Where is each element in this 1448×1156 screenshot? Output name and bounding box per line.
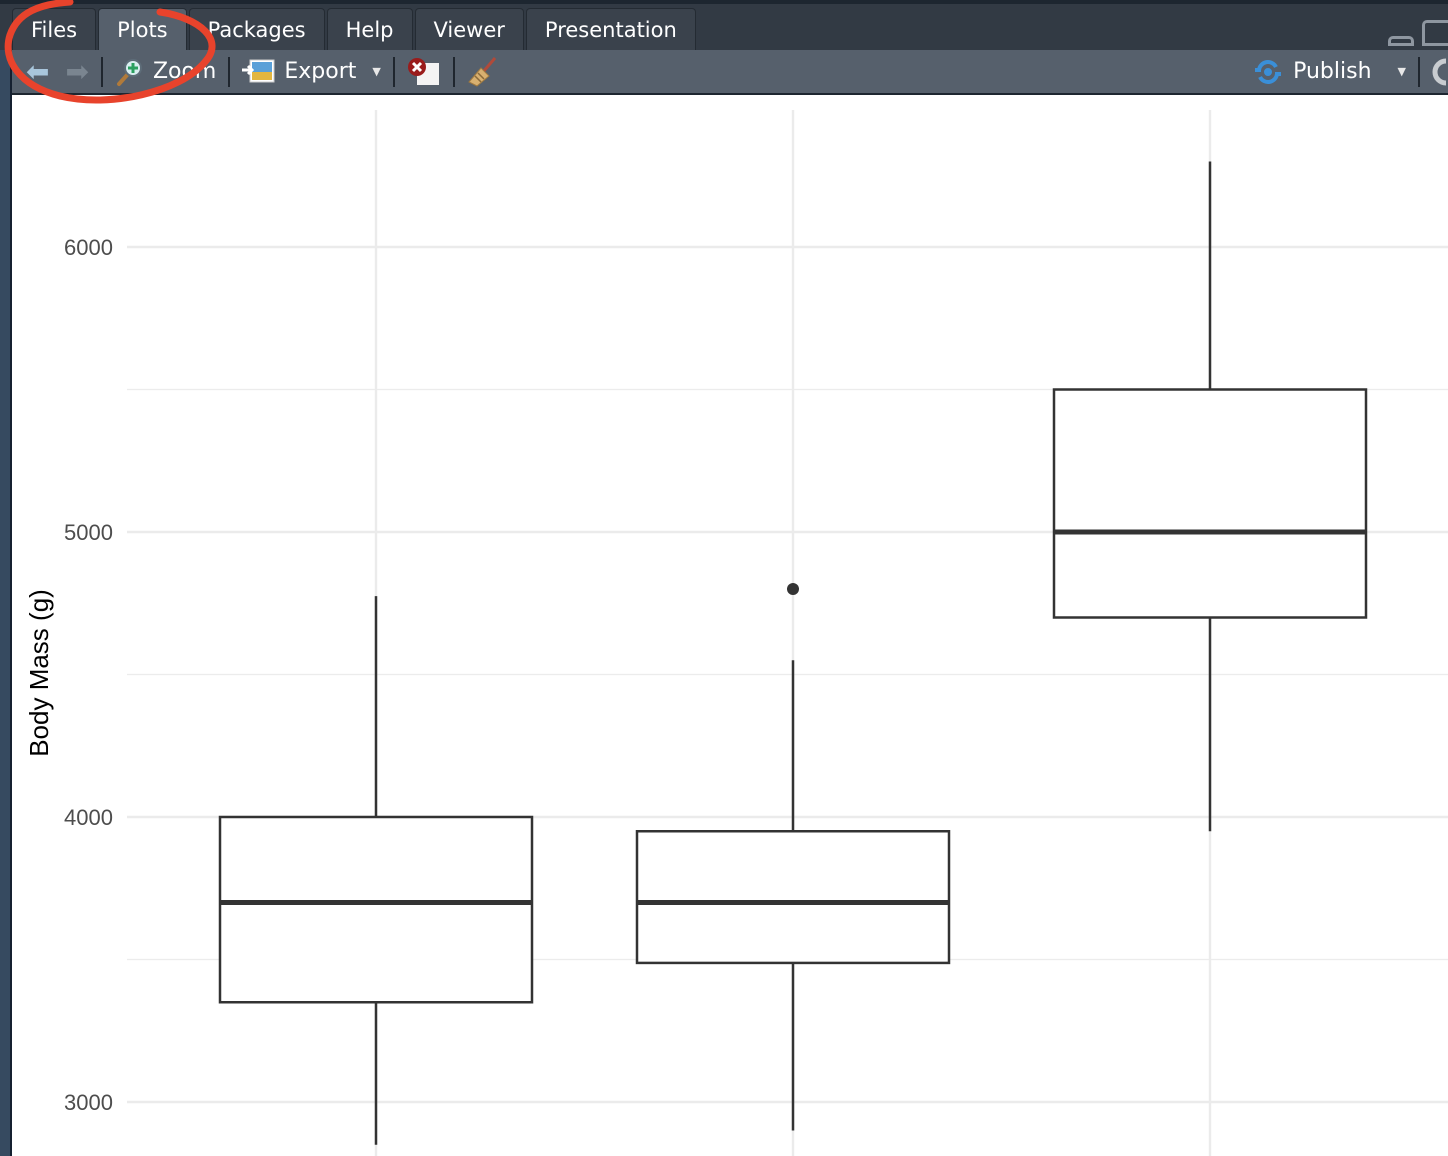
pane-window-controls [1388,18,1448,46]
tab-label: Files [31,17,78,42]
tab-packages[interactable]: Packages [188,8,325,50]
y-axis-label: Body Mass (g) [24,589,54,757]
plots-toolbar: ⬅ ➡ Zoom Export ▼ Publish ▼ [12,50,1448,95]
iqr-box [1052,388,1368,619]
publish-label: Publish [1293,59,1372,84]
toolbar-separator [392,56,395,87]
clear-all-plots-button[interactable] [459,50,507,93]
tab-label: Help [345,17,394,42]
refresh-button[interactable] [1424,50,1448,93]
export-image-icon [242,59,275,82]
y-tick-label: 6000 [64,235,113,260]
tab-label: Viewer [433,17,505,42]
tab-label: Presentation [544,17,677,42]
pane-tabs: Files Plots Packages Help Viewer Present… [12,8,696,50]
iqr-box [218,815,534,1004]
outlier-point [787,583,799,595]
tab-files[interactable]: Files [12,8,97,50]
publish-button[interactable]: Publish ▼ [1243,50,1414,93]
pane-left-border [0,50,12,1156]
y-axis-ticks: 3000 4000 5000 6000 [64,235,113,1115]
y-tick-label: 3000 [64,1090,113,1115]
y-tick-label: 5000 [64,520,113,545]
remove-plot-button[interactable] [399,50,449,93]
minimize-pane-button[interactable] [1388,36,1414,46]
pane-tab-bar: Files Plots Packages Help Viewer Present… [0,0,1448,50]
maximize-pane-button[interactable] [1422,20,1448,46]
toolbar-separator [452,56,455,87]
zoom-magnifier-icon [116,58,142,86]
tab-plots[interactable]: Plots [98,8,187,50]
publish-icon [1255,59,1282,84]
back-button[interactable]: ⬅ [12,50,57,93]
box-2 [635,583,951,1131]
zoom-button[interactable]: Zoom [107,50,224,93]
tab-label: Plots [117,17,168,42]
iqr-box [635,830,951,965]
toolbar-separator [228,56,231,87]
export-button[interactable]: Export ▼ [234,50,388,93]
forward-button[interactable]: ➡ [57,50,96,93]
tab-viewer[interactable]: Viewer [414,8,524,50]
remove-plot-icon [407,57,439,85]
boxplot-chart: 3000 4000 5000 6000 Body Mass (g) [24,110,1448,1156]
arrow-left-icon: ⬅ [26,54,50,88]
tab-label: Packages [207,17,306,42]
box-3 [1052,161,1368,832]
refresh-icon [1432,58,1447,85]
toolbar-separator [1418,56,1420,87]
toolbar-separator [100,56,103,87]
tab-presentation[interactable]: Presentation [525,8,696,50]
chevron-down-icon: ▼ [372,65,381,78]
box-1 [218,596,534,1145]
zoom-label: Zoom [152,59,217,84]
y-tick-label: 4000 [64,805,113,830]
plot-viewer: 3000 4000 5000 6000 Body Mass (g) [12,95,1448,1156]
arrow-right-icon: ➡ [65,54,89,88]
export-label: Export [284,59,357,84]
chevron-down-icon[interactable]: ▼ [1398,65,1406,78]
tab-help[interactable]: Help [326,8,413,50]
broom-icon [468,56,496,87]
